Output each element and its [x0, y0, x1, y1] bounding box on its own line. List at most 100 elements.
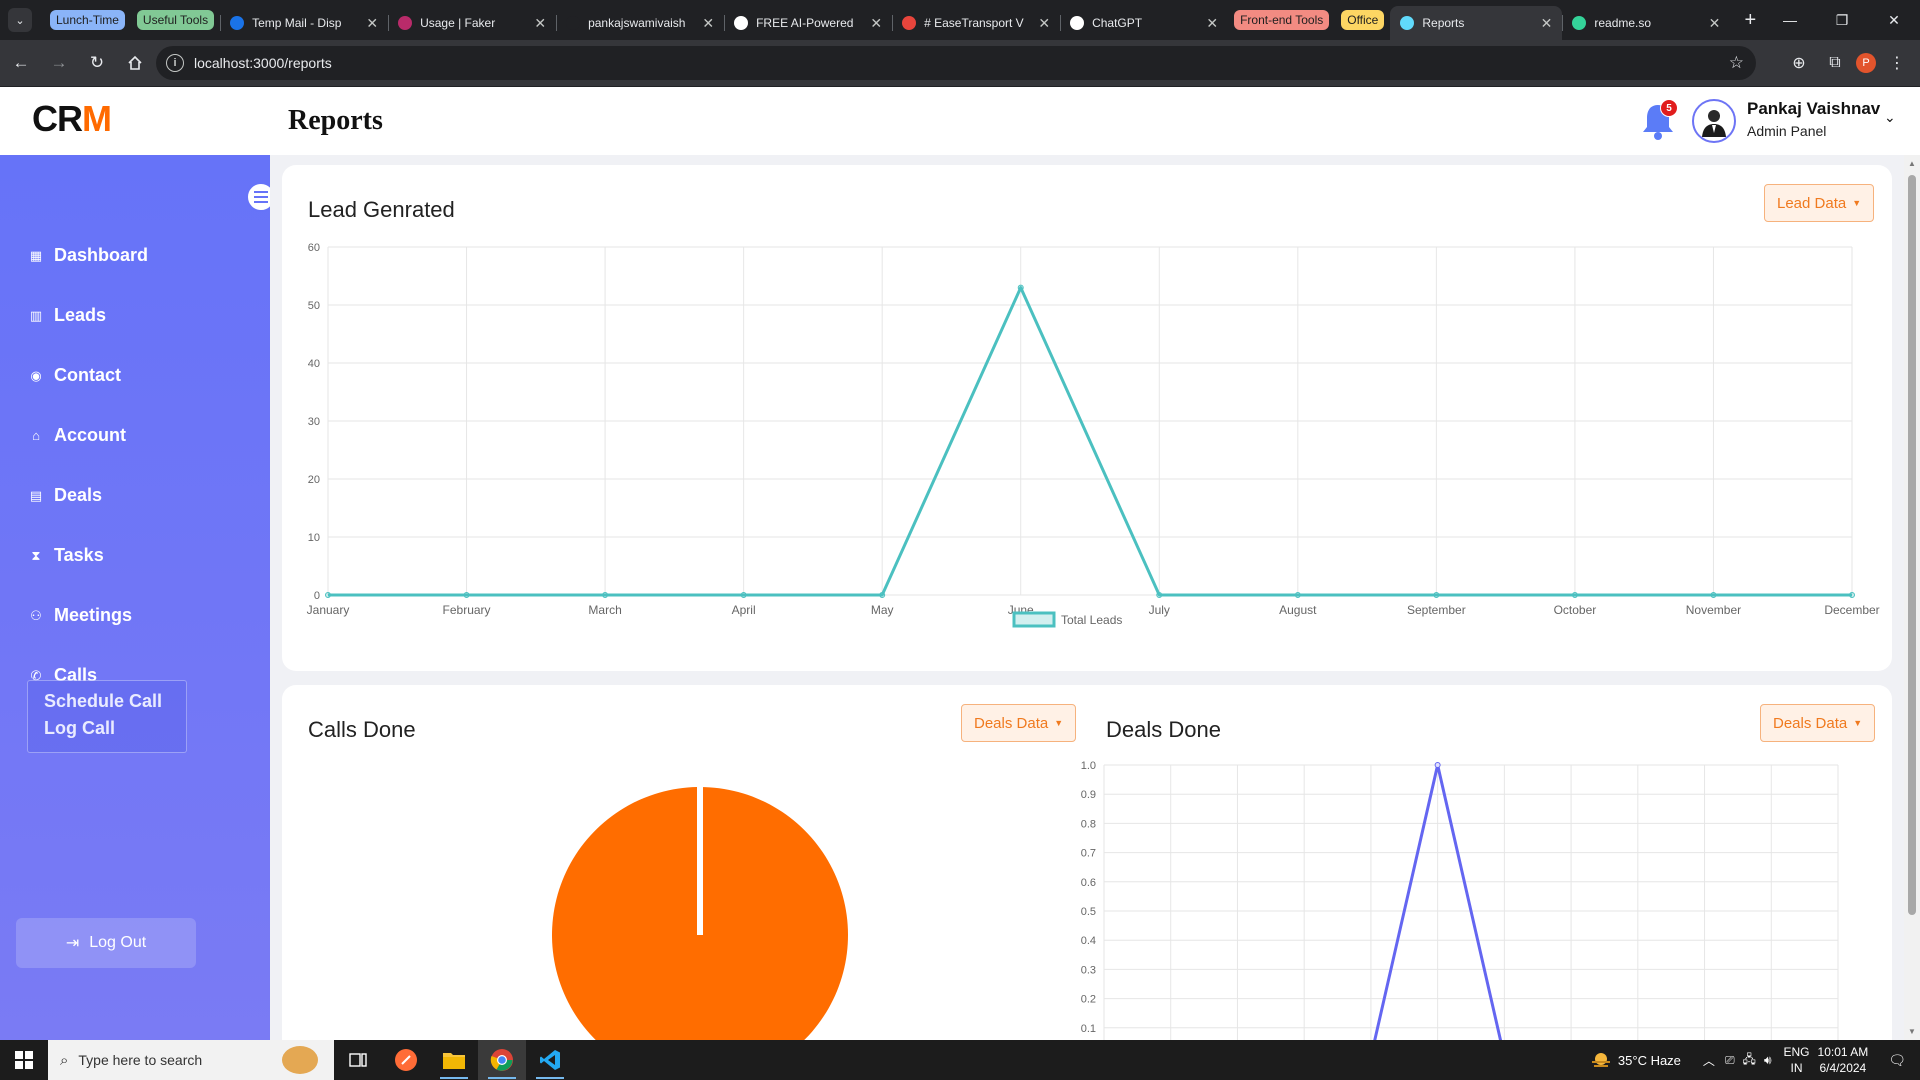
user-menu-chevron-icon[interactable]: ⌄: [1884, 109, 1896, 126]
scroll-up-icon[interactable]: ▲: [1908, 159, 1916, 168]
data-point: [879, 592, 886, 598]
address-bar[interactable]: i localhost:3000/reports ☆: [156, 46, 1756, 80]
w-icon: [734, 16, 749, 30]
globe-icon: [230, 16, 245, 30]
input-language[interactable]: ENG IN: [1784, 1044, 1810, 1076]
data-point: [740, 592, 747, 598]
data-point: [1849, 592, 1855, 598]
tab-close-icon[interactable]: ✕: [366, 15, 378, 32]
kebab-menu-icon[interactable]: ⋮: [1882, 48, 1912, 78]
sidebar-item-tasks[interactable]: ⧗ Tasks: [28, 545, 104, 566]
browser-tab[interactable]: ChatGPT ✕: [1060, 6, 1228, 40]
reload-icon: ↻: [89, 53, 105, 72]
lang-bottom: IN: [1790, 1061, 1803, 1075]
tab-group-chip[interactable]: Useful Tools: [136, 10, 215, 30]
logo-main-text: CR: [32, 98, 83, 139]
sidebar-item-deals[interactable]: ▤ Deals: [28, 485, 102, 506]
legend-swatch: [1012, 611, 1056, 628]
forward-button[interactable]: →: [42, 46, 76, 80]
extension-add-icon[interactable]: ⊕: [1784, 48, 1814, 78]
tab-close-icon[interactable]: ✕: [1038, 15, 1050, 32]
sidebar-item-label: Contact: [54, 365, 121, 385]
bookmark-star-icon[interactable]: ☆: [1729, 53, 1744, 73]
tab-close-icon[interactable]: ✕: [1206, 15, 1218, 32]
volume-icon[interactable]: 🔊︎: [1764, 1053, 1772, 1068]
browser-tab[interactable]: Temp Mail - Disp ✕: [220, 6, 388, 40]
window-controls: — ❐ ✕: [1764, 0, 1920, 40]
taskbar-app-file-explorer[interactable]: [430, 1040, 478, 1080]
browser-tab[interactable]: pankajswamivaish ✕: [556, 6, 724, 40]
meet-now-icon[interactable]: ⎚: [1725, 1053, 1735, 1068]
tab-close-icon[interactable]: ✕: [702, 15, 714, 32]
close-icon[interactable]: ✕: [1868, 0, 1920, 40]
submenu-item-schedule-call[interactable]: Schedule Call: [44, 691, 186, 712]
y-tick-label: 0.9: [1081, 789, 1096, 801]
tab-close-icon[interactable]: ✕: [534, 15, 546, 32]
tab-title: readme.so: [1594, 16, 1652, 30]
url-text[interactable]: localhost:3000/reports: [194, 55, 332, 71]
tab-close-icon[interactable]: ✕: [870, 15, 882, 32]
weather-widget[interactable]: 35°C Haze: [1590, 1051, 1681, 1069]
extensions-puzzle-icon[interactable]: ⧉: [1820, 48, 1850, 78]
taskbar-search-box[interactable]: ⌕ Type here to search: [48, 1040, 334, 1080]
task-view-button[interactable]: [334, 1040, 382, 1080]
profile-avatar-icon[interactable]: P: [1856, 53, 1876, 73]
sidebar-item-account[interactable]: ⌂ Account: [28, 425, 126, 446]
sidebar-item-leads[interactable]: ▥ Leads: [28, 305, 106, 326]
user-name[interactable]: Pankaj Vaishnav: [1747, 99, 1880, 119]
site-info-icon[interactable]: i: [166, 54, 184, 72]
scrollbar-thumb[interactable]: [1908, 175, 1916, 915]
people-icon: ⚇: [30, 607, 42, 623]
user-avatar[interactable]: [1692, 99, 1736, 143]
sidebar-item-dashboard[interactable]: ▦ Dashboard: [28, 245, 148, 266]
taskbar-app-vscode[interactable]: [526, 1040, 574, 1080]
tab-group-chip[interactable]: Lunch-Time: [50, 10, 125, 30]
submenu-item-log-call[interactable]: Log Call: [44, 718, 186, 739]
x-tick-label: March: [588, 603, 621, 617]
tab-search-button[interactable]: ⌄: [8, 8, 32, 32]
x-tick-label: July: [1149, 603, 1170, 617]
sidebar-item-label: Tasks: [54, 545, 104, 565]
sidebar-item-contact[interactable]: ◉ Contact: [28, 365, 121, 386]
taskbar-app-chrome[interactable]: [478, 1040, 526, 1080]
taskbar-clock[interactable]: 10:01 AM 6/4/2024: [1818, 1044, 1869, 1076]
tab-close-icon[interactable]: ✕: [1709, 15, 1721, 32]
crm-logo[interactable]: CRM: [32, 98, 112, 140]
new-tab-button[interactable]: +: [1738, 9, 1762, 32]
page-scrollbar[interactable]: ▲ ▼: [1904, 155, 1920, 1040]
browser-tab[interactable]: FREE AI-Powered ✕: [724, 6, 892, 40]
browser-tab[interactable]: readme.so ✕: [1562, 6, 1730, 40]
tab-close-icon[interactable]: ✕: [1541, 15, 1553, 32]
back-button[interactable]: ←: [4, 46, 38, 80]
notification-center-icon[interactable]: 🗨︎: [1888, 1052, 1906, 1069]
chevron-down-icon: ⌄: [15, 14, 25, 27]
vscode-icon: [540, 1050, 560, 1070]
x-tick-label: December: [1824, 603, 1879, 617]
hourglass-icon: ⧗: [31, 547, 41, 563]
chrome-icon: [490, 1049, 513, 1071]
reload-button[interactable]: ↻: [80, 46, 114, 80]
browser-tab[interactable]: # EaseTransport V ✕: [892, 6, 1060, 40]
start-button[interactable]: [0, 1040, 48, 1080]
network-icon[interactable]: 🖧: [1743, 1050, 1756, 1071]
search-highlight-icon: [282, 1046, 318, 1074]
logout-button[interactable]: ⇥ Log Out: [16, 918, 196, 968]
taskbar-app-postman[interactable]: [382, 1040, 430, 1080]
browser-tab[interactable]: Reports ✕: [1390, 6, 1563, 40]
browser-tab[interactable]: Usage | Faker ✕: [388, 6, 556, 40]
tray-chevron-up-icon[interactable]: ︿: [1703, 1052, 1715, 1069]
scroll-down-icon[interactable]: ▼: [1908, 1027, 1916, 1036]
home-button[interactable]: [118, 46, 152, 80]
sidebar-item-meetings[interactable]: ⚇ Meetings: [28, 605, 132, 626]
minimize-icon[interactable]: —: [1764, 0, 1816, 40]
browser-toolbar: ← → ↻ i localhost:3000/reports ☆ ⊕ ⧉ P ⋮: [0, 40, 1920, 87]
tab-group-chip[interactable]: Office: [1341, 10, 1385, 30]
deals-chart-svg: 0.1 0.2 0.3 0.4 0.5 0.6 0.7 0.8 0.9 1.0: [1081, 760, 1839, 1040]
document-icon: ▤: [29, 487, 43, 503]
restore-icon[interactable]: ❐: [1816, 0, 1868, 40]
sidebar-item-label: Dashboard: [54, 245, 149, 265]
tab-title: Usage | Faker: [420, 16, 496, 30]
react-icon: [1400, 16, 1415, 30]
home-icon: [128, 55, 142, 70]
tab-group-chip[interactable]: Front-end Tools: [1234, 10, 1330, 30]
